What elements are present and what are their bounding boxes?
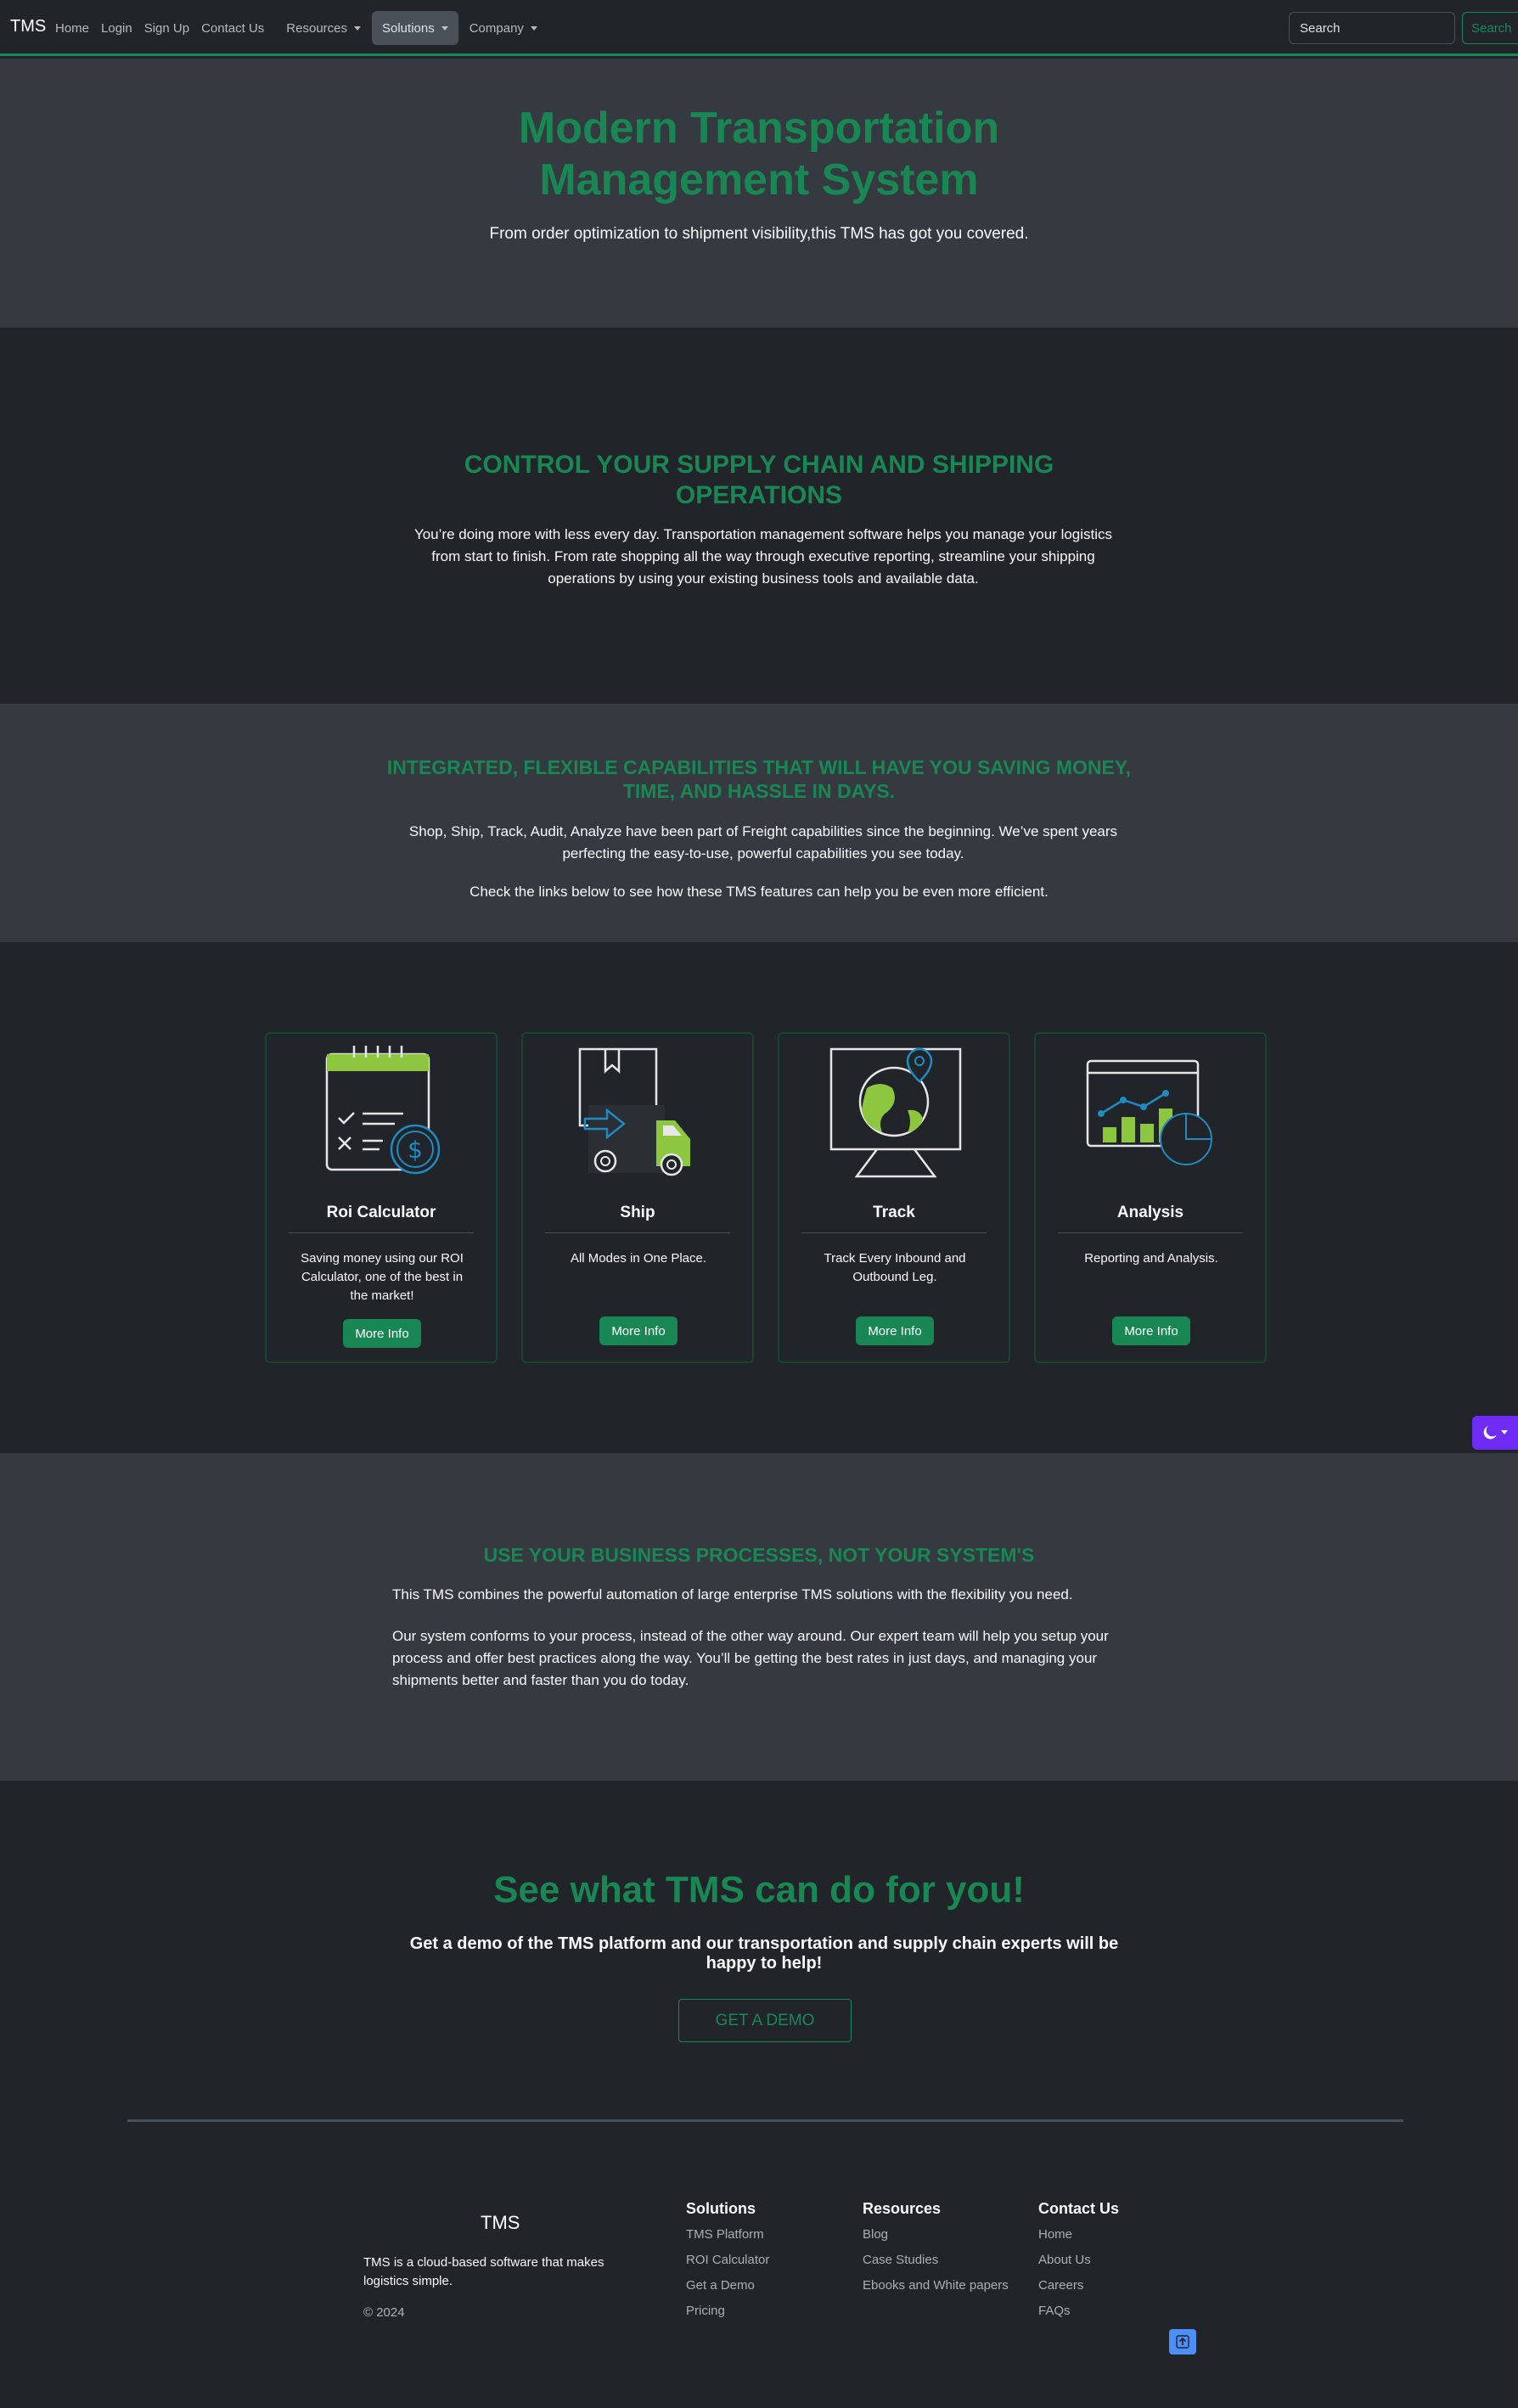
search-button[interactable]: Search	[1462, 12, 1518, 44]
control-text: You’re doing more with less every day. T…	[413, 526, 1113, 587]
hero-title-line1: Modern Transportation	[518, 104, 1000, 153]
chevron-down-icon	[1501, 1430, 1508, 1434]
nav-dropdown-company[interactable]: Company	[464, 14, 543, 42]
integrated-links-text: Check the links below to see how these T…	[469, 884, 1049, 900]
control-section: CONTROL YOUR SUPPLY CHAIN AND SHIPPING O…	[0, 328, 1518, 704]
nav-link-contact[interactable]: Contact Us	[195, 14, 270, 42]
more-info-button-analysis[interactable]: More Info	[1112, 1316, 1190, 1345]
footer-brand: TMS	[481, 2212, 520, 2233]
footer-col-title: Contact Us	[1038, 2200, 1120, 2217]
control-title: CONTROL YOUR SUPPLY CHAIN AND SHIPPING O…	[0, 450, 1518, 511]
feature-card-title: Roi Calculator	[326, 1204, 436, 1221]
moon-icon	[1483, 1426, 1497, 1440]
more-info-button-ship[interactable]: More Info	[599, 1316, 677, 1345]
features-section: $ Roi Calculator Saving money using our …	[0, 942, 1518, 1453]
feature-card-text: All Modes in One Place.	[570, 1251, 707, 1266]
feature-card-title: Track	[873, 1204, 915, 1221]
feature-card-text: Reporting and Analysis.	[1084, 1251, 1218, 1266]
footer-description: TMS is a cloud-based software that makes…	[363, 2255, 604, 2288]
feature-card-track: Track Track Every Inbound and Outbound L…	[778, 1032, 1010, 1363]
feature-card-text: Saving money using our ROI Calculator, o…	[301, 1251, 464, 1303]
business-title: USE YOUR BUSINESS PROCESSES, NOT YOUR SY…	[483, 1544, 1035, 1566]
control-title-line2: OPERATIONS	[675, 481, 843, 509]
business-section: USE YOUR BUSINESS PROCESSES, NOT YOUR SY…	[0, 1453, 1518, 1781]
footer-col-solutions: Solutions TMS Platform ROI Calculator Ge…	[686, 2200, 769, 2327]
hero-subtitle: From order optimization to shipment visi…	[489, 225, 1029, 243]
card-divider	[801, 1232, 987, 1233]
footer-col-title: Solutions	[686, 2200, 756, 2217]
card-divider	[1058, 1232, 1243, 1233]
search-input[interactable]	[1289, 12, 1455, 44]
nav-dropdown-solutions[interactable]: Solutions	[372, 11, 458, 45]
theme-toggle-button[interactable]	[1472, 1416, 1518, 1450]
business-text: This TMS combines the powerful automatio…	[392, 1586, 1073, 1603]
footer-link[interactable]: ROI Calculator	[686, 2251, 769, 2276]
back-to-top-button[interactable]	[1169, 2329, 1196, 2355]
hero-title-line2: Management System	[539, 155, 979, 205]
integrated-section: INTEGRATED, FLEXIBLE CAPABILITIES THAT W…	[0, 704, 1518, 942]
globe-monitor-icon	[829, 1047, 962, 1178]
footer-copyright: © 2024	[363, 2305, 405, 2320]
footer-link[interactable]: Pricing	[686, 2302, 769, 2327]
footer-col-contact: Contact Us Home About Us Careers FAQs	[1038, 2200, 1119, 2327]
footer-divider	[127, 2119, 1403, 2122]
business-text-detail: Our system conforms to your process, ins…	[392, 1628, 1109, 1688]
card-divider	[545, 1232, 730, 1233]
truck-icon	[578, 1047, 690, 1176]
get-demo-button[interactable]: GET A DEMO	[678, 1999, 852, 2042]
footer-col-resources: Resources Blog Case Studies Ebooks and W…	[863, 2200, 1009, 2302]
footer-link[interactable]: Case Studies	[863, 2251, 1009, 2276]
footer-col-title: Resources	[863, 2200, 942, 2217]
footer-link[interactable]: About Us	[1038, 2251, 1119, 2276]
hero-title: Modern Transportation Management System	[0, 103, 1518, 206]
footer-link[interactable]: TMS Platform	[686, 2226, 769, 2251]
integrated-title-line2: TIME, AND HASSLE IN DAYS.	[622, 780, 896, 802]
navbar-brand[interactable]: TMS	[10, 17, 46, 36]
nav-dropdown-resources[interactable]: Resources	[280, 14, 367, 42]
footer-link[interactable]: Get a Demo	[686, 2276, 769, 2302]
feature-card-ship: Ship All Modes in One Place. More Info	[521, 1032, 754, 1363]
navbar: TMS Home Login Sign Up Contact Us Resour…	[0, 0, 1518, 56]
control-title-line1: CONTROL YOUR SUPPLY CHAIN AND SHIPPING	[464, 451, 1054, 479]
feature-card-text: Track Every Inbound and Outbound Leg.	[824, 1251, 966, 1284]
integrated-text: Shop, Ship, Track, Audit, Analyze have b…	[408, 823, 1118, 862]
svg-text:$: $	[408, 1136, 423, 1164]
arrow-up-icon	[1176, 2335, 1189, 2349]
nav-link-signup[interactable]: Sign Up	[138, 14, 195, 42]
more-info-button-track[interactable]: More Info	[856, 1316, 934, 1345]
hero-section: Modern Transportation Management System …	[0, 59, 1518, 328]
feature-card-analysis: Analysis Reporting and Analysis. More In…	[1034, 1032, 1267, 1363]
nav-links: Home Login Sign Up Contact Us Resources …	[49, 0, 543, 56]
feature-card-title: Ship	[620, 1204, 655, 1221]
integrated-title: INTEGRATED, FLEXIBLE CAPABILITIES THAT W…	[0, 755, 1518, 803]
chart-board-icon	[1086, 1059, 1212, 1165]
footer-link[interactable]: Ebooks and White papers	[863, 2276, 1009, 2302]
nav-link-login[interactable]: Login	[95, 14, 138, 42]
footer-link[interactable]: Blog	[863, 2226, 1009, 2251]
footer-link[interactable]: Careers	[1038, 2276, 1119, 2302]
more-info-button-roi[interactable]: More Info	[343, 1319, 421, 1348]
card-divider	[289, 1232, 474, 1233]
integrated-title-line1: INTEGRATED, FLEXIBLE CAPABILITIES THAT W…	[386, 756, 1132, 778]
calculator-icon: $	[325, 1046, 441, 1175]
nav-link-home[interactable]: Home	[49, 14, 95, 42]
demo-title: See what TMS can do for you!	[493, 1869, 1025, 1911]
demo-text: Get a demo of the TMS platform and our t…	[409, 1934, 1119, 1973]
footer-link[interactable]: FAQs	[1038, 2302, 1119, 2327]
footer-link[interactable]: Home	[1038, 2226, 1119, 2251]
feature-card-title: Analysis	[1116, 1204, 1184, 1221]
feature-card-roi: $ Roi Calculator Saving money using our …	[265, 1032, 498, 1363]
